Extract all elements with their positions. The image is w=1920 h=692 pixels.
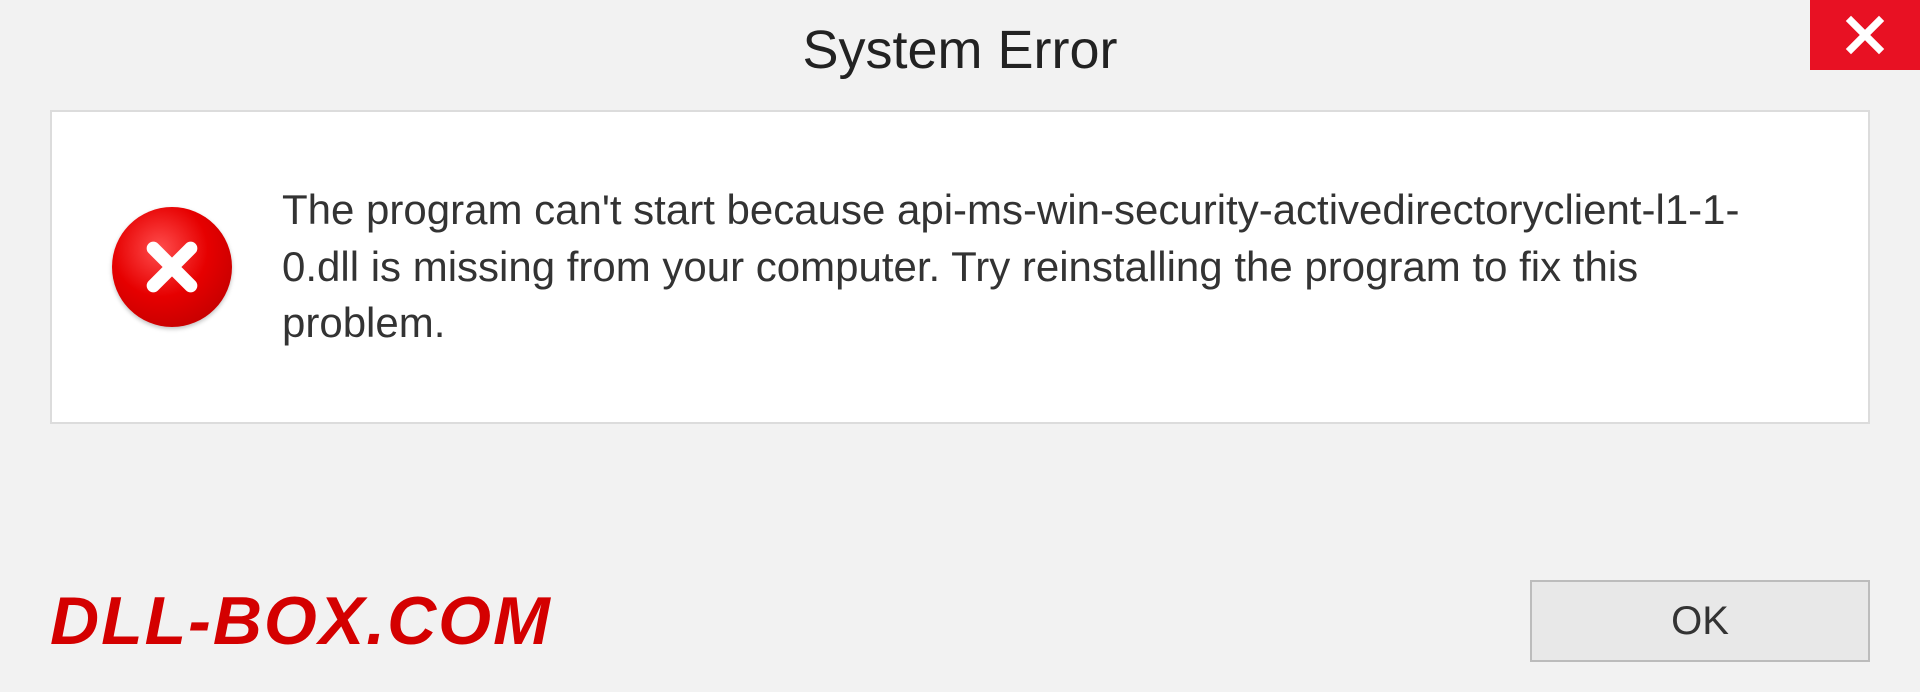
close-button[interactable]: [1810, 0, 1920, 70]
message-panel: The program can't start because api-ms-w…: [50, 110, 1870, 424]
title-bar: System Error: [0, 0, 1920, 100]
error-message: The program can't start because api-ms-w…: [282, 182, 1782, 352]
dialog-title: System Error: [802, 19, 1117, 81]
footer: DLL-BOX.COM OK: [0, 580, 1920, 662]
watermark-text: DLL-BOX.COM: [50, 582, 552, 660]
error-icon: [112, 207, 232, 327]
close-icon: [1844, 14, 1886, 56]
ok-button[interactable]: OK: [1530, 580, 1870, 662]
